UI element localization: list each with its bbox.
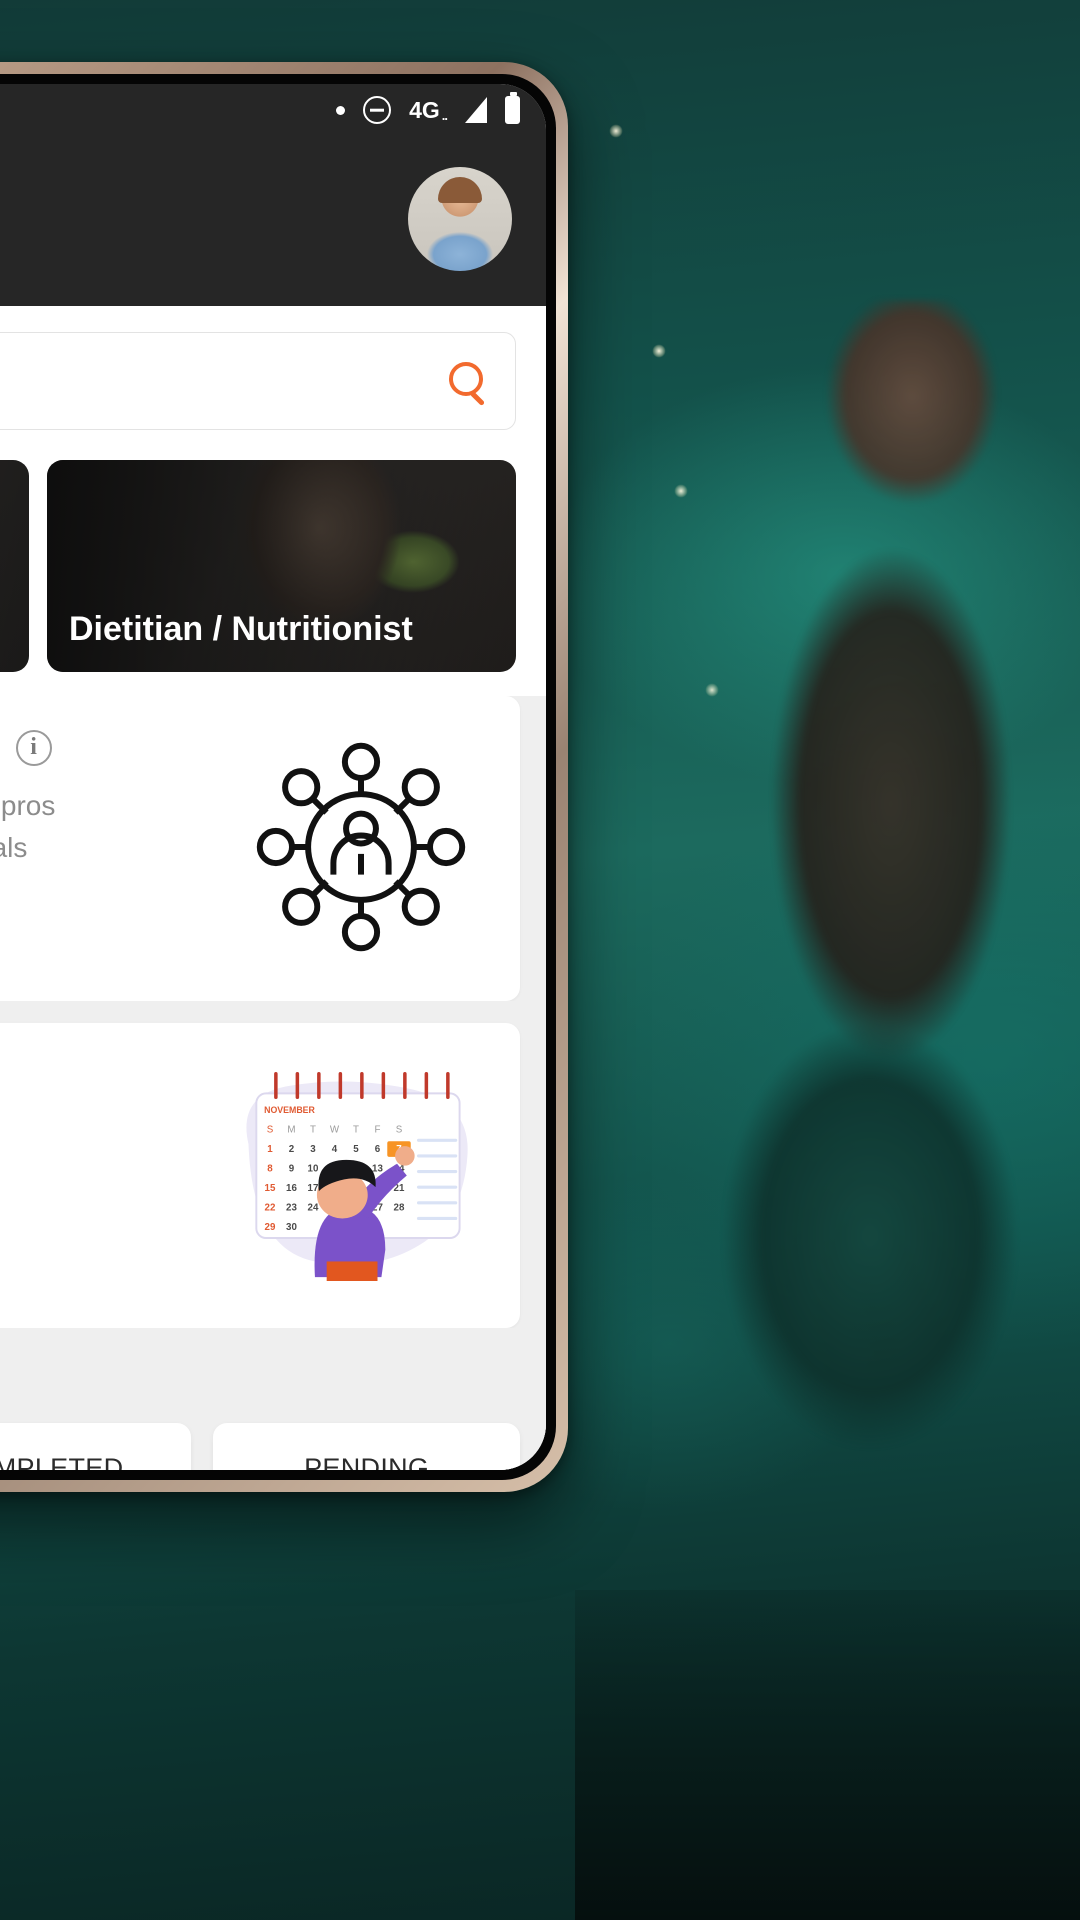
- svg-text:13: 13: [372, 1164, 383, 1175]
- svg-text:4: 4: [332, 1144, 338, 1155]
- sessions-section: Sessions TOTAL 10 COMPLETED 10 PENDING 1…: [0, 1328, 546, 1470]
- app-body: Search for Service Fitness Personal Trai…: [0, 306, 546, 696]
- search-icon[interactable]: [447, 360, 489, 402]
- scroll-area[interactable]: Connect with a Coach! i Certified coache…: [0, 696, 546, 1470]
- status-bar: 4 4G..: [0, 84, 546, 136]
- stat-label: PENDING: [304, 1453, 430, 1470]
- search-input[interactable]: Search for Service: [0, 363, 447, 400]
- sessions-stats-row: TOTAL 10 COMPLETED 10 PENDING 10: [0, 1423, 521, 1470]
- svg-text:29: 29: [265, 1222, 276, 1233]
- calendar-illustration: NOVEMBER SMT WTFS 123 456 7 8910 1112131…: [246, 1072, 468, 1281]
- svg-text:3: 3: [310, 1144, 316, 1155]
- svg-text:15: 15: [265, 1183, 276, 1194]
- category-card-dietitian[interactable]: Dietitian / Nutritionist: [47, 460, 516, 672]
- svg-text:28: 28: [394, 1203, 405, 1214]
- stat-card-completed[interactable]: COMPLETED 10: [0, 1423, 192, 1470]
- coach-desc-line2: ready to help you accomplish goals: [0, 832, 28, 863]
- svg-text:S: S: [396, 1124, 403, 1135]
- avatar-image: [408, 167, 512, 271]
- sessions-title: Sessions: [0, 1358, 520, 1401]
- svg-text:T: T: [310, 1124, 316, 1135]
- bookings-card-title: Upcoming Bookings: [0, 1053, 216, 1096]
- phone-screen: 4 4G.. Hello, John Doe: [0, 84, 546, 1470]
- signal-icon: [465, 97, 487, 123]
- svg-text:2: 2: [289, 1144, 295, 1155]
- phone-bezel: 4 4G.. Hello, John Doe: [0, 74, 556, 1480]
- svg-text:M: M: [287, 1124, 295, 1135]
- svg-text:F: F: [375, 1124, 381, 1135]
- stat-label: COMPLETED: [0, 1453, 124, 1470]
- svg-text:30: 30: [286, 1222, 297, 1233]
- do-not-disturb-icon: [363, 96, 392, 124]
- coach-desc-line1: Certified coaches & other fitness pros: [0, 790, 56, 821]
- phone-device: 4 4G.. Hello, John Doe: [0, 62, 568, 1492]
- dot-indicator-icon: [336, 105, 346, 115]
- svg-text:S: S: [267, 1124, 274, 1135]
- upcoming-bookings-card[interactable]: Upcoming Bookings You currently have no …: [0, 1023, 520, 1328]
- info-icon[interactable]: i: [15, 729, 52, 766]
- svg-text:5: 5: [353, 1144, 359, 1155]
- divider: [0, 1001, 546, 1023]
- svg-text:10: 10: [308, 1164, 319, 1175]
- svg-text:9: 9: [289, 1164, 295, 1175]
- battery-icon: [505, 92, 520, 124]
- search-section: Search for Service: [0, 306, 546, 450]
- category-label: Dietitian / Nutritionist: [69, 609, 413, 648]
- app-header: Hello, John Doe: [0, 136, 546, 306]
- bookings-card-desc: You currently have no upcoming sessions!: [0, 1112, 216, 1196]
- athlete-figure: [660, 300, 1080, 1500]
- coach-network-icon: [256, 742, 466, 951]
- coach-card-desc: Certified coaches & other fitness pros r…: [0, 785, 226, 869]
- svg-text:23: 23: [286, 1203, 297, 1214]
- stat-card-pending[interactable]: PENDING 10: [213, 1423, 521, 1470]
- network-4g-icon: 4G..: [409, 96, 448, 123]
- svg-text:1: 1: [267, 1144, 273, 1155]
- bookings-desc-line1: You currently have no: [0, 1112, 216, 1154]
- bookings-desc-line2: upcoming sessions!: [0, 1154, 216, 1196]
- search-bar[interactable]: Search for Service: [0, 332, 516, 430]
- avatar[interactable]: [408, 167, 512, 271]
- svg-text:W: W: [330, 1124, 340, 1135]
- svg-text:8: 8: [267, 1164, 273, 1175]
- connect-coach-card[interactable]: Connect with a Coach! i Certified coache…: [0, 696, 520, 1001]
- svg-text:T: T: [353, 1124, 359, 1135]
- svg-text:22: 22: [265, 1203, 276, 1214]
- svg-text:24: 24: [308, 1203, 319, 1214]
- svg-text:6: 6: [375, 1144, 381, 1155]
- svg-text:16: 16: [286, 1183, 297, 1194]
- svg-text:17: 17: [308, 1183, 319, 1194]
- coach-card-title-row: Connect with a Coach! i: [0, 726, 226, 769]
- status-icons: 4G..: [336, 92, 520, 124]
- floor-shadow: [575, 1590, 1080, 1920]
- bookings-card-text: Upcoming Bookings You currently have no …: [0, 1053, 216, 1294]
- category-row: Fitness Personal Trainer Dietitian / Nut…: [0, 450, 546, 696]
- coach-card-text: Connect with a Coach! i Certified coache…: [0, 726, 226, 967]
- category-card-trainer[interactable]: Fitness Personal Trainer: [0, 460, 29, 672]
- svg-text:NOVEMBER: NOVEMBER: [264, 1105, 315, 1115]
